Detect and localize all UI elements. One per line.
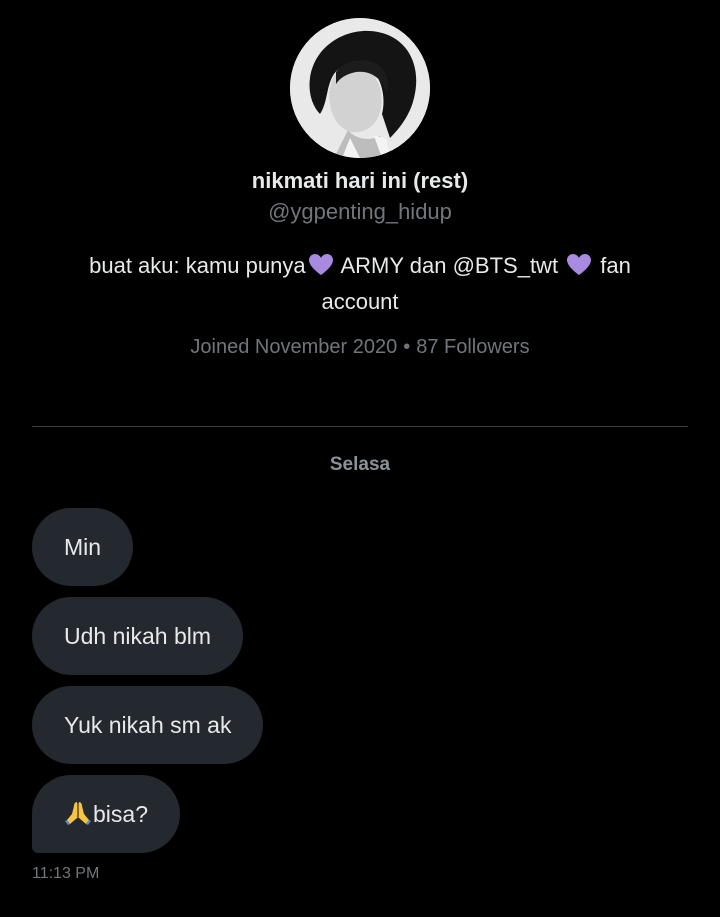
message-bubble[interactable]: bisa?	[32, 775, 180, 853]
bio-text-part1: buat aku: kamu punya	[89, 253, 306, 278]
message-text: bisa?	[93, 801, 148, 827]
joined-date: Joined November 2020	[190, 336, 398, 358]
message-bubble[interactable]: Udh nikah blm	[32, 597, 244, 675]
avatar-portrait-image	[290, 18, 430, 158]
meta-separator: •	[403, 336, 411, 358]
message-text: Min	[64, 534, 102, 560]
profile-bio: buat aku: kamu punya ARMY dan @BTS_twt f…	[60, 250, 660, 318]
conversation-day-label: Selasa	[329, 454, 391, 475]
profile-meta: Joined November 2020 • 87 Followers	[0, 336, 720, 359]
followers-count[interactable]: 87 Followers	[416, 336, 529, 358]
display-name[interactable]: nikmati hari ini (rest)	[0, 168, 720, 194]
avatar[interactable]	[290, 18, 430, 158]
purple-heart-icon	[308, 253, 334, 286]
message-bubble[interactable]: Min	[32, 508, 134, 586]
bio-text-part2: ARMY dan @BTS_twt	[335, 253, 565, 278]
message-timestamp: 11:13 PM	[32, 865, 100, 882]
message-text: Udh nikah blm	[64, 623, 212, 649]
message-bubble[interactable]: Yuk nikah sm ak	[32, 686, 264, 764]
message-text: Yuk nikah sm ak	[64, 712, 232, 738]
purple-heart-icon	[566, 253, 592, 286]
divider	[32, 426, 688, 427]
user-handle: @ygpenting_hidup	[268, 199, 452, 224]
folded-hands-icon	[64, 779, 92, 857]
